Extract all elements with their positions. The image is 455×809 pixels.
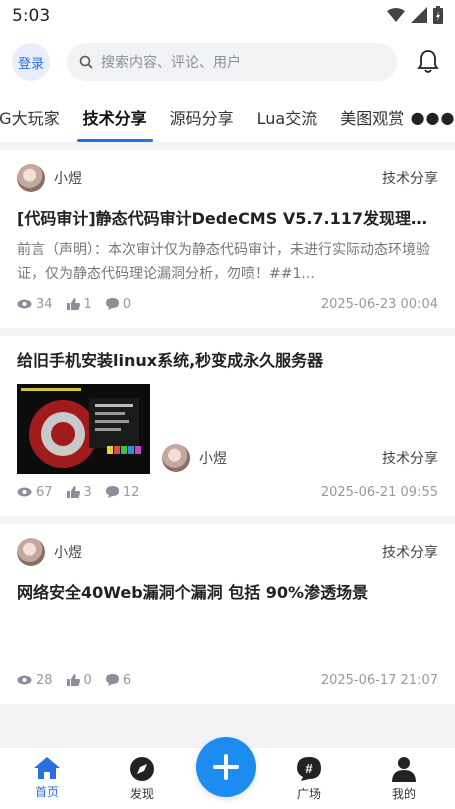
author-name[interactable]: 小煜 (54, 542, 82, 562)
create-post-button[interactable] (196, 737, 256, 797)
post-card[interactable]: 小煜 技术分享 [代码审计]静态代码审计DedeCMS V5.7.117发现理论… (0, 150, 455, 328)
search-placeholder: 搜索内容、评论、用户 (101, 55, 241, 71)
nav-plaza[interactable]: # 广场 (274, 756, 344, 802)
bell-icon[interactable] (417, 49, 439, 75)
post-date: 2025-06-21 09:55 (320, 484, 438, 500)
post-date: 2025-06-17 21:07 (320, 672, 438, 688)
post-excerpt: 前言（声明）：本次审计仅为静态代码审计，未进行实际动态环境验证，仅为静态代码理论… (17, 242, 430, 282)
like-count: 1 (83, 296, 92, 312)
post-meta: 67 3 12 2025-06-21 09:55 (17, 482, 438, 502)
comment-count: 0 (122, 296, 132, 312)
battery-icon (433, 6, 443, 24)
post-category: 技术分享 (382, 545, 438, 561)
avatar[interactable] (17, 538, 45, 566)
post-meta: 28 0 6 2025-06-17 21:07 (17, 670, 438, 690)
like-count: 3 (83, 484, 92, 500)
nav-me-label: 我的 (391, 787, 416, 801)
search-bar[interactable]: 搜索内容、评论、用户 (67, 43, 397, 81)
hashtag-chat-icon: # (297, 757, 321, 781)
post-category: 技术分享 (382, 171, 438, 187)
signal-icon (411, 7, 427, 23)
post-date: 2025-06-23 00:04 (320, 296, 438, 312)
comment-icon (105, 486, 119, 498)
nav-discover[interactable]: 发现 (107, 756, 177, 802)
eye-icon (17, 487, 32, 497)
avatar[interactable] (162, 444, 190, 472)
more-tabs-icon[interactable]: ●●● (411, 92, 455, 142)
thumbs-up-icon (66, 674, 80, 686)
tab-pictures[interactable]: 美图观赏 (340, 92, 404, 142)
eye-icon (17, 675, 32, 685)
thumbs-up-icon (66, 298, 80, 310)
status-icons (387, 6, 443, 24)
top-bar: 登录 搜索内容、评论、用户 (0, 32, 455, 92)
nav-plaza-label: 广场 (296, 787, 321, 801)
status-bar: 5:03 (0, 0, 455, 32)
view-count: 34 (36, 296, 53, 312)
tab-5g[interactable]: 5G大玩家 (0, 92, 60, 142)
eye-icon (17, 299, 32, 309)
like-count: 0 (83, 672, 92, 688)
user-icon (392, 757, 416, 782)
svg-text:#: # (305, 761, 313, 776)
post-category: 技术分享 (382, 451, 438, 467)
plus-icon (213, 754, 239, 780)
nav-home-label: 首页 (34, 785, 59, 799)
tab-lua[interactable]: Lua交流 (257, 92, 318, 142)
bottom-nav: 首页 发现 # 广场 我的 (0, 737, 455, 809)
author-name[interactable]: 小煜 (54, 168, 82, 188)
post-title[interactable]: [代码审计]静态代码审计DedeCMS V5.7.117发现理论漏洞 (17, 208, 438, 230)
thumbs-up-icon (66, 486, 80, 498)
nav-discover-label: 发现 (129, 787, 154, 801)
nav-home[interactable]: 首页 (12, 756, 82, 800)
tab-source-share[interactable]: 源码分享 (170, 92, 234, 142)
comment-icon (105, 674, 119, 686)
post-title[interactable]: 给旧手机安装linux系统,秒变成永久服务器 (17, 350, 438, 372)
home-icon (34, 757, 60, 779)
post-card[interactable]: 给旧手机安装linux系统,秒变成永久服务器 小煜 技术分享 67 3 12 2… (0, 336, 455, 516)
nav-me[interactable]: 我的 (369, 756, 439, 802)
comment-count: 6 (122, 672, 132, 688)
comment-count: 12 (122, 484, 140, 500)
compass-icon (130, 757, 154, 781)
post-feed: 小煜 技术分享 [代码审计]静态代码审计DedeCMS V5.7.117发现理论… (0, 150, 455, 712)
avatar[interactable] (17, 164, 45, 192)
post-meta: 34 1 0 2025-06-23 00:04 (17, 294, 438, 314)
status-time: 5:03 (12, 6, 51, 26)
post-thumbnail[interactable] (17, 384, 150, 474)
login-button[interactable]: 登录 (12, 43, 50, 81)
search-icon (79, 55, 93, 69)
view-count: 28 (36, 672, 53, 688)
post-card[interactable]: 小煜 技术分享 网络安全40Web漏洞个漏洞 包括 90%渗透场景 28 0 6… (0, 524, 455, 704)
wifi-icon (387, 8, 405, 22)
category-tabs: 5G大玩家 技术分享 源码分享 Lua交流 美图观赏 ●●● (0, 92, 455, 142)
tab-tech-share[interactable]: 技术分享 (76, 92, 153, 142)
view-count: 67 (36, 484, 53, 500)
author-name[interactable]: 小煜 (199, 448, 227, 468)
post-title[interactable]: 网络安全40Web漏洞个漏洞 包括 90%渗透场景 (17, 582, 438, 604)
comment-icon (105, 298, 119, 310)
